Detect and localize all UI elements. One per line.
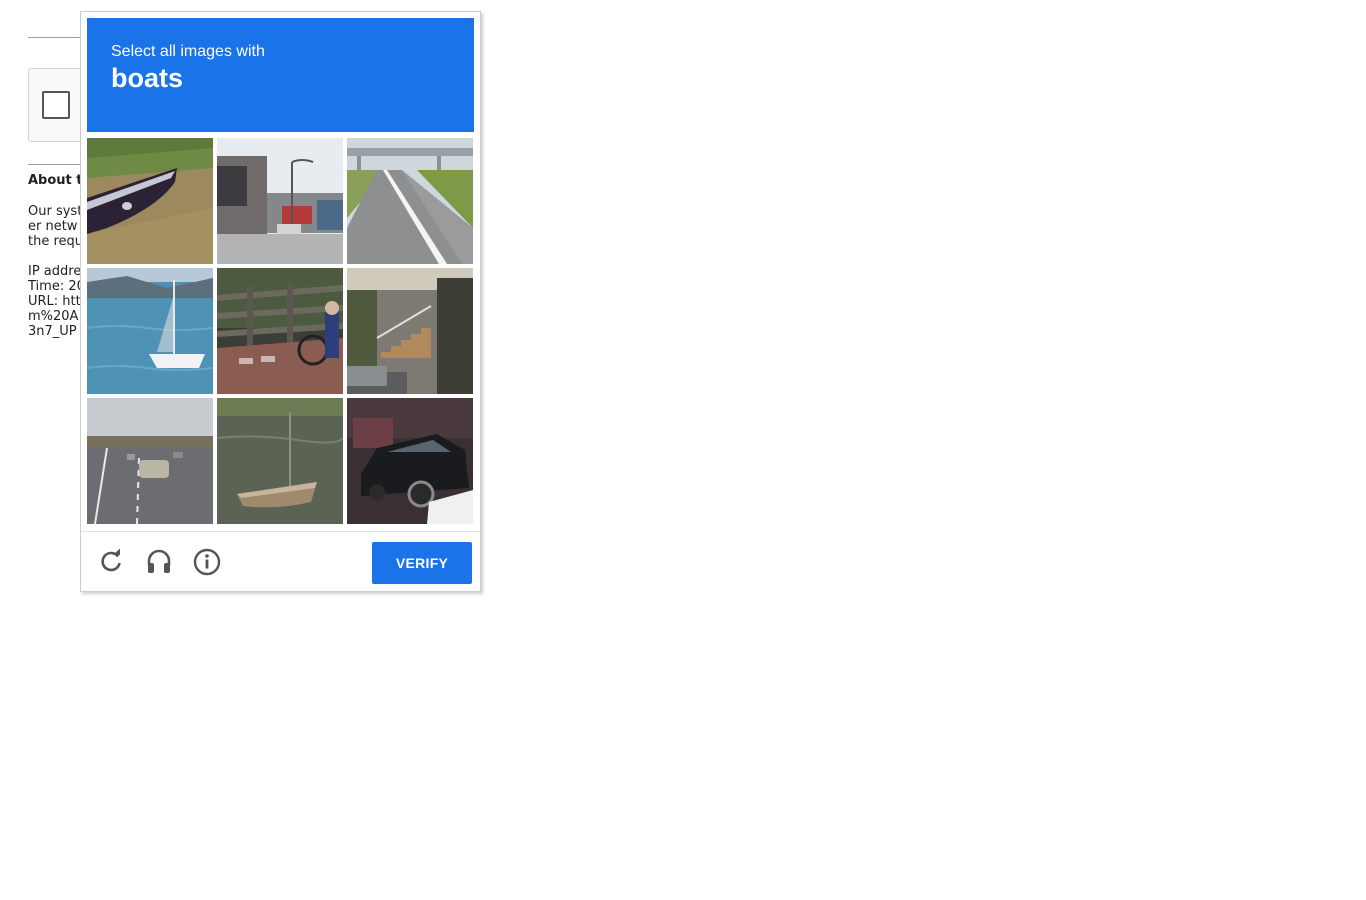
target-object-text: boats (111, 63, 184, 93)
about-heading: About t (28, 173, 83, 188)
info-icon[interactable] (192, 547, 222, 577)
info-line: 3n7_UP (28, 324, 77, 339)
storefront-street-image (217, 138, 343, 264)
instruction-text: Select all images with (111, 43, 265, 60)
rowboat-in-water-image (217, 398, 343, 524)
highway-road-image (347, 138, 473, 264)
tile-black-car[interactable] (347, 398, 473, 524)
challenge-footer: VERIFY (81, 531, 480, 592)
tile-cyclist-fence[interactable] (217, 268, 343, 394)
top-divider (28, 37, 88, 38)
highway-cars-image (87, 398, 213, 524)
recaptcha-checkbox[interactable] (42, 91, 70, 119)
paragraph-line: the requ (28, 234, 84, 249)
verify-button[interactable]: VERIFY (372, 542, 472, 584)
challenge-header: Select all images with boats (87, 18, 474, 132)
paragraph-line: Our syst (28, 204, 83, 219)
paragraph-line: er netw (28, 219, 78, 234)
info-line: URL: htt (28, 294, 81, 309)
tile-rowboat-in-water[interactable] (217, 398, 343, 524)
info-line: IP addre (28, 264, 82, 279)
sailboat-on-lake-image (87, 268, 213, 394)
tile-sailboat-on-lake[interactable] (87, 268, 213, 394)
info-line: Time: 20 (28, 279, 85, 294)
tile-stairs-building[interactable] (347, 268, 473, 394)
cyclist-fence-image (217, 268, 343, 394)
middle-divider (28, 164, 88, 165)
captcha-challenge: Select all images with boats VERIFY (80, 11, 481, 592)
tile-highway-road[interactable] (347, 138, 473, 264)
tile-storefront-street[interactable] (217, 138, 343, 264)
boat-on-grass-image (87, 138, 213, 264)
reload-icon[interactable] (96, 547, 126, 577)
black-car-image (347, 398, 473, 524)
info-line: m%20A (28, 309, 79, 324)
tile-highway-cars[interactable] (87, 398, 213, 524)
stairs-building-image (347, 268, 473, 394)
tile-boat-on-grass[interactable] (87, 138, 213, 264)
headphones-icon[interactable] (144, 547, 174, 577)
image-grid (87, 138, 474, 525)
